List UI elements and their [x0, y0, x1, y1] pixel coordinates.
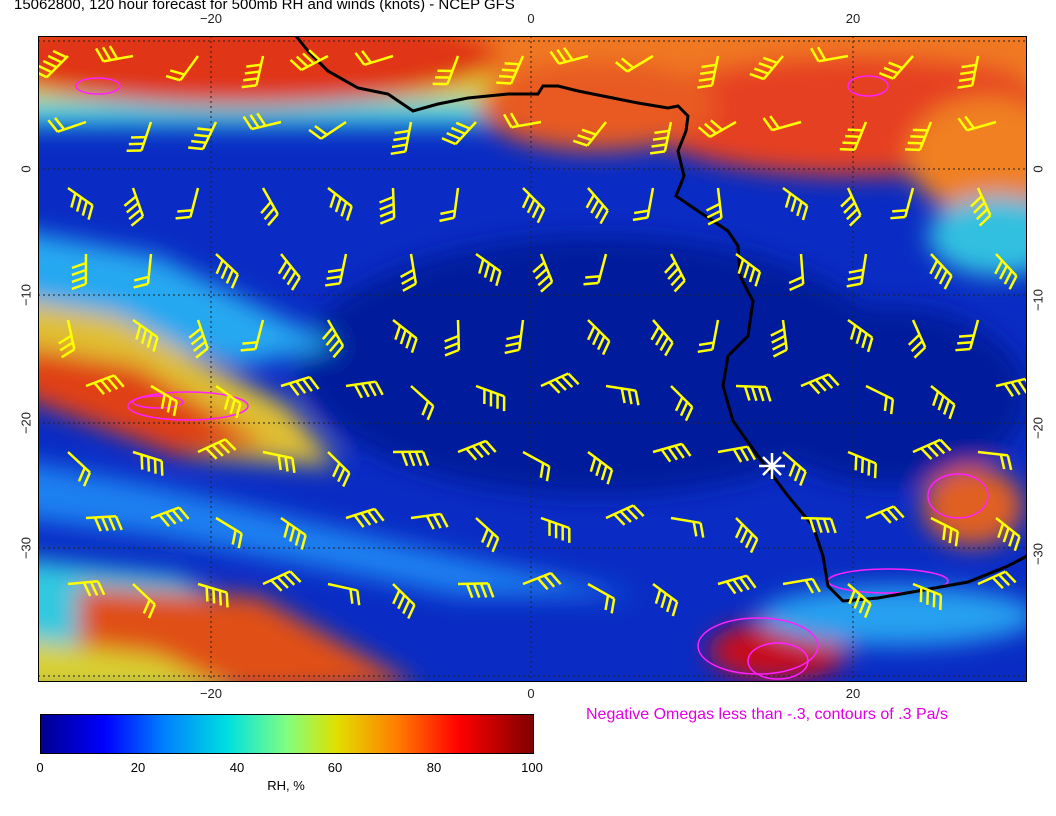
lat-tick-right-10: −10	[1030, 288, 1046, 312]
colorbar-tick-0: 0	[36, 760, 44, 775]
lon-tick-top-east: 20	[845, 11, 861, 26]
colorbar-tick-60: 60	[327, 760, 343, 775]
lon-tick-bottom-west: −20	[199, 686, 223, 701]
lat-tick-right-20: −20	[1030, 416, 1046, 440]
lon-tick-top-center: 0	[527, 11, 535, 26]
lat-tick-left-0: 0	[18, 165, 34, 173]
lon-tick-top-west: −20	[199, 11, 223, 26]
colorbar-tick-40: 40	[229, 760, 245, 775]
lon-tick-bottom-center: 0	[527, 686, 535, 701]
lon-tick-bottom-east: 20	[845, 686, 861, 701]
rh-map[interactable]	[38, 36, 1027, 682]
rh-colorbar	[40, 714, 534, 754]
rh-map-canvas	[38, 36, 1027, 682]
omega-legend-note: Negative Omegas less than -.3, contours …	[586, 706, 948, 723]
colorbar-tick-100: 100	[521, 760, 543, 775]
lat-tick-right-30: −30	[1030, 542, 1046, 566]
colorbar-tick-20: 20	[130, 760, 146, 775]
colorbar-label: RH, %	[267, 778, 305, 793]
lat-tick-left-20: −20	[18, 411, 34, 435]
lat-tick-left-30: −30	[18, 536, 34, 560]
lat-tick-left-10: −10	[18, 283, 34, 307]
lat-tick-right-0: 0	[1030, 165, 1046, 173]
map-title: 15062800, 120 hour forecast for 500mb RH…	[14, 0, 515, 13]
colorbar-tick-80: 80	[426, 760, 442, 775]
